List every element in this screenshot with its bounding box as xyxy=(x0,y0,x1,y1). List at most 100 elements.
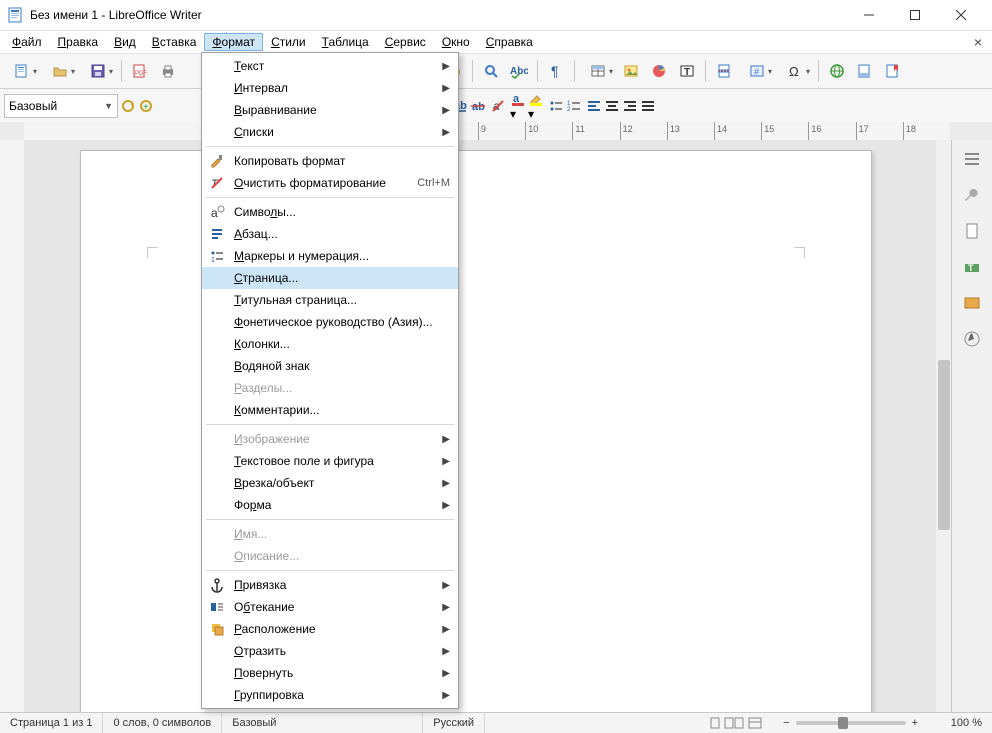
paragraph-icon xyxy=(206,225,228,243)
close-button[interactable] xyxy=(938,0,984,30)
horizontal-ruler[interactable]: 9101112131415161718 xyxy=(24,122,950,141)
status-language[interactable]: Русский xyxy=(423,713,485,733)
menu-item[interactable]: Текстовое поле и фигура▶ xyxy=(202,450,458,472)
font-color-button[interactable]: a▾ xyxy=(510,91,526,121)
menu-item[interactable]: aСимволы... xyxy=(202,201,458,223)
textbox-button[interactable]: T xyxy=(674,58,700,84)
save-button[interactable]: ▾ xyxy=(80,58,116,84)
menu-таблица[interactable]: Таблица xyxy=(314,33,377,51)
menu-item[interactable]: Привязка▶ xyxy=(202,574,458,596)
menu-item-label: Обтекание xyxy=(234,600,436,614)
sidebar-styles-icon[interactable]: T xyxy=(957,252,987,282)
zoom-value[interactable]: 100 % xyxy=(926,713,992,733)
menu-item[interactable]: Титульная страница... xyxy=(202,289,458,311)
menu-item-label: Группировка xyxy=(234,688,436,702)
spellcheck-button[interactable]: Abc xyxy=(506,58,532,84)
nonprinting-button[interactable]: ¶ xyxy=(543,58,569,84)
menu-item[interactable]: Интервал▶ xyxy=(202,77,458,99)
menu-формат[interactable]: Формат xyxy=(204,33,263,51)
sidebar-navigator-icon[interactable] xyxy=(957,324,987,354)
numbering-button[interactable]: 12 xyxy=(566,98,582,114)
submenu-arrow-icon: ▶ xyxy=(442,690,450,701)
menu-item[interactable]: Страница... xyxy=(202,267,458,289)
character-icon: a xyxy=(206,203,228,221)
status-view-icons[interactable] xyxy=(699,713,775,733)
menu-вставка[interactable]: Вставка xyxy=(144,33,205,51)
sidebar-gallery-icon[interactable] xyxy=(957,288,987,318)
menu-вид[interactable]: Вид xyxy=(106,33,144,51)
menu-файл[interactable]: Файл xyxy=(4,33,50,51)
svg-text:Ω: Ω xyxy=(789,64,799,79)
sidebar-properties-icon[interactable] xyxy=(957,180,987,210)
align-left-button[interactable] xyxy=(586,98,602,114)
submenu-arrow-icon: ▶ xyxy=(442,624,450,635)
new-style-button[interactable]: + xyxy=(138,98,154,114)
menu-item[interactable]: Колонки... xyxy=(202,333,458,355)
page-break-button[interactable] xyxy=(711,58,737,84)
menu-item[interactable]: TОчистить форматированиеCtrl+M xyxy=(202,172,458,194)
zoom-out-icon[interactable]: − xyxy=(783,717,789,729)
page[interactable] xyxy=(80,150,872,713)
menu-item[interactable]: Расположение▶ xyxy=(202,618,458,640)
new-button[interactable]: ▾ xyxy=(4,58,40,84)
menu-item[interactable]: Копировать формат xyxy=(202,150,458,172)
menu-item-label: Имя... xyxy=(234,527,450,541)
highlight-button[interactable]: ▾ xyxy=(528,91,544,121)
document-area[interactable] xyxy=(24,140,950,713)
footnote-button[interactable] xyxy=(852,58,878,84)
menu-сервис[interactable]: Сервис xyxy=(377,33,434,51)
field-button[interactable]: #▾ xyxy=(739,58,775,84)
paragraph-style-combo[interactable]: Базовый ▼ xyxy=(4,94,118,118)
menu-item[interactable]: Обтекание▶ xyxy=(202,596,458,618)
zoom-in-icon[interactable]: + xyxy=(912,717,918,729)
export-pdf-button[interactable]: PDF xyxy=(127,58,153,84)
sidebar-page-icon[interactable] xyxy=(957,216,987,246)
menu-item[interactable]: Водяной знак xyxy=(202,355,458,377)
status-page[interactable]: Страница 1 из 1 xyxy=(0,713,103,733)
clear-format-button[interactable]: a xyxy=(490,98,506,114)
open-button[interactable]: ▾ xyxy=(42,58,78,84)
strikethrough-button[interactable]: ab xyxy=(470,98,486,114)
standard-toolbar: ▾ ▾ ▾ PDF Abc ¶ ▾ T #▾ Ω▾ xyxy=(0,54,992,89)
vertical-ruler[interactable] xyxy=(0,140,25,713)
chart-button[interactable] xyxy=(646,58,672,84)
status-words[interactable]: 0 слов, 0 символов xyxy=(103,713,222,733)
menu-окно[interactable]: Окно xyxy=(434,33,478,51)
find-button[interactable] xyxy=(478,58,504,84)
menu-правка[interactable]: Правка xyxy=(50,33,107,51)
vertical-scrollbar[interactable] xyxy=(936,140,952,713)
menu-item[interactable]: Группировка ▶ xyxy=(202,684,458,706)
close-document-button[interactable]: × xyxy=(968,32,988,52)
menu-item[interactable]: Текст▶ xyxy=(202,55,458,77)
menu-item[interactable]: Списки▶ xyxy=(202,121,458,143)
menu-item[interactable]: 1Маркеры и нумерация... xyxy=(202,245,458,267)
blank-icon xyxy=(206,401,228,419)
menu-item[interactable]: Форма▶ xyxy=(202,494,458,516)
zoom-control[interactable]: − + xyxy=(775,717,926,729)
menu-item[interactable]: Абзац... xyxy=(202,223,458,245)
align-center-button[interactable] xyxy=(604,98,620,114)
special-char-button[interactable]: Ω▾ xyxy=(777,58,813,84)
align-justify-button[interactable] xyxy=(640,98,656,114)
status-style[interactable]: Базовый xyxy=(222,713,423,733)
menu-item[interactable]: Выравнивание▶ xyxy=(202,99,458,121)
image-button[interactable] xyxy=(618,58,644,84)
table-button[interactable]: ▾ xyxy=(580,58,616,84)
blank-icon xyxy=(206,335,228,353)
sidebar-settings-icon[interactable] xyxy=(957,144,987,174)
menu-стили[interactable]: Стили xyxy=(263,33,314,51)
hyperlink-button[interactable] xyxy=(824,58,850,84)
menu-item[interactable]: Комментарии... xyxy=(202,399,458,421)
menu-item[interactable]: Повернуть▶ xyxy=(202,662,458,684)
menu-item[interactable]: Фонетическое руководство (Азия)... xyxy=(202,311,458,333)
bookmark-button[interactable] xyxy=(880,58,906,84)
bullets-button[interactable] xyxy=(548,98,564,114)
menu-справка[interactable]: Справка xyxy=(478,33,541,51)
minimize-button[interactable] xyxy=(846,0,892,30)
maximize-button[interactable] xyxy=(892,0,938,30)
align-right-button[interactable] xyxy=(622,98,638,114)
update-style-button[interactable] xyxy=(120,98,136,114)
menu-item[interactable]: Врезка/объект▶ xyxy=(202,472,458,494)
menu-item[interactable]: Отразить▶ xyxy=(202,640,458,662)
print-button[interactable] xyxy=(155,58,181,84)
